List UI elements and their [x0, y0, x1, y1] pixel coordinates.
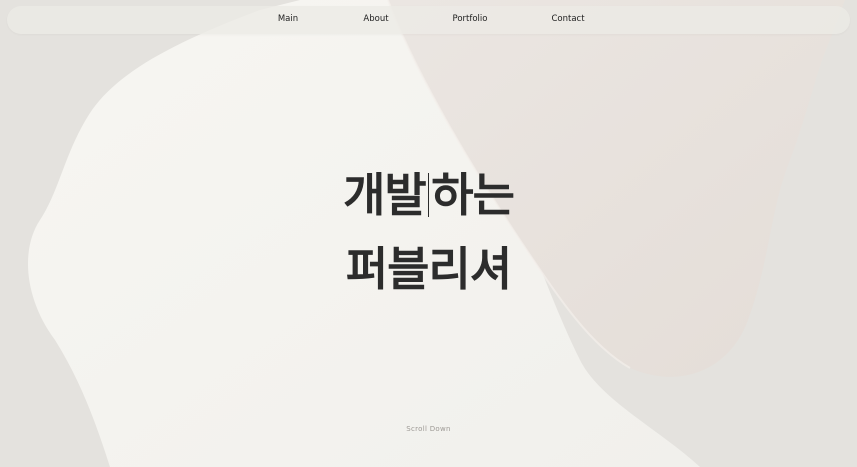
- top-navigation-bar: Main About Portfolio Contact: [7, 6, 850, 34]
- hero-headline-typed-text: 개발: [343, 168, 427, 222]
- hero-headline-line-2: 퍼블리셔: [345, 242, 512, 296]
- typing-cursor: [427, 173, 430, 217]
- scroll-down-link[interactable]: Scroll Down: [0, 425, 857, 433]
- paint-texture-background: [0, 0, 857, 467]
- nav-item-portfolio[interactable]: Portfolio: [453, 6, 488, 34]
- nav-item-about[interactable]: About: [363, 6, 388, 34]
- nav-item-main[interactable]: Main: [278, 6, 298, 34]
- hero-headline-remaining-text: 하는: [431, 168, 515, 222]
- hero-headline-line-1: 개발 하는: [0, 165, 857, 225]
- nav-item-contact[interactable]: Contact: [551, 6, 584, 34]
